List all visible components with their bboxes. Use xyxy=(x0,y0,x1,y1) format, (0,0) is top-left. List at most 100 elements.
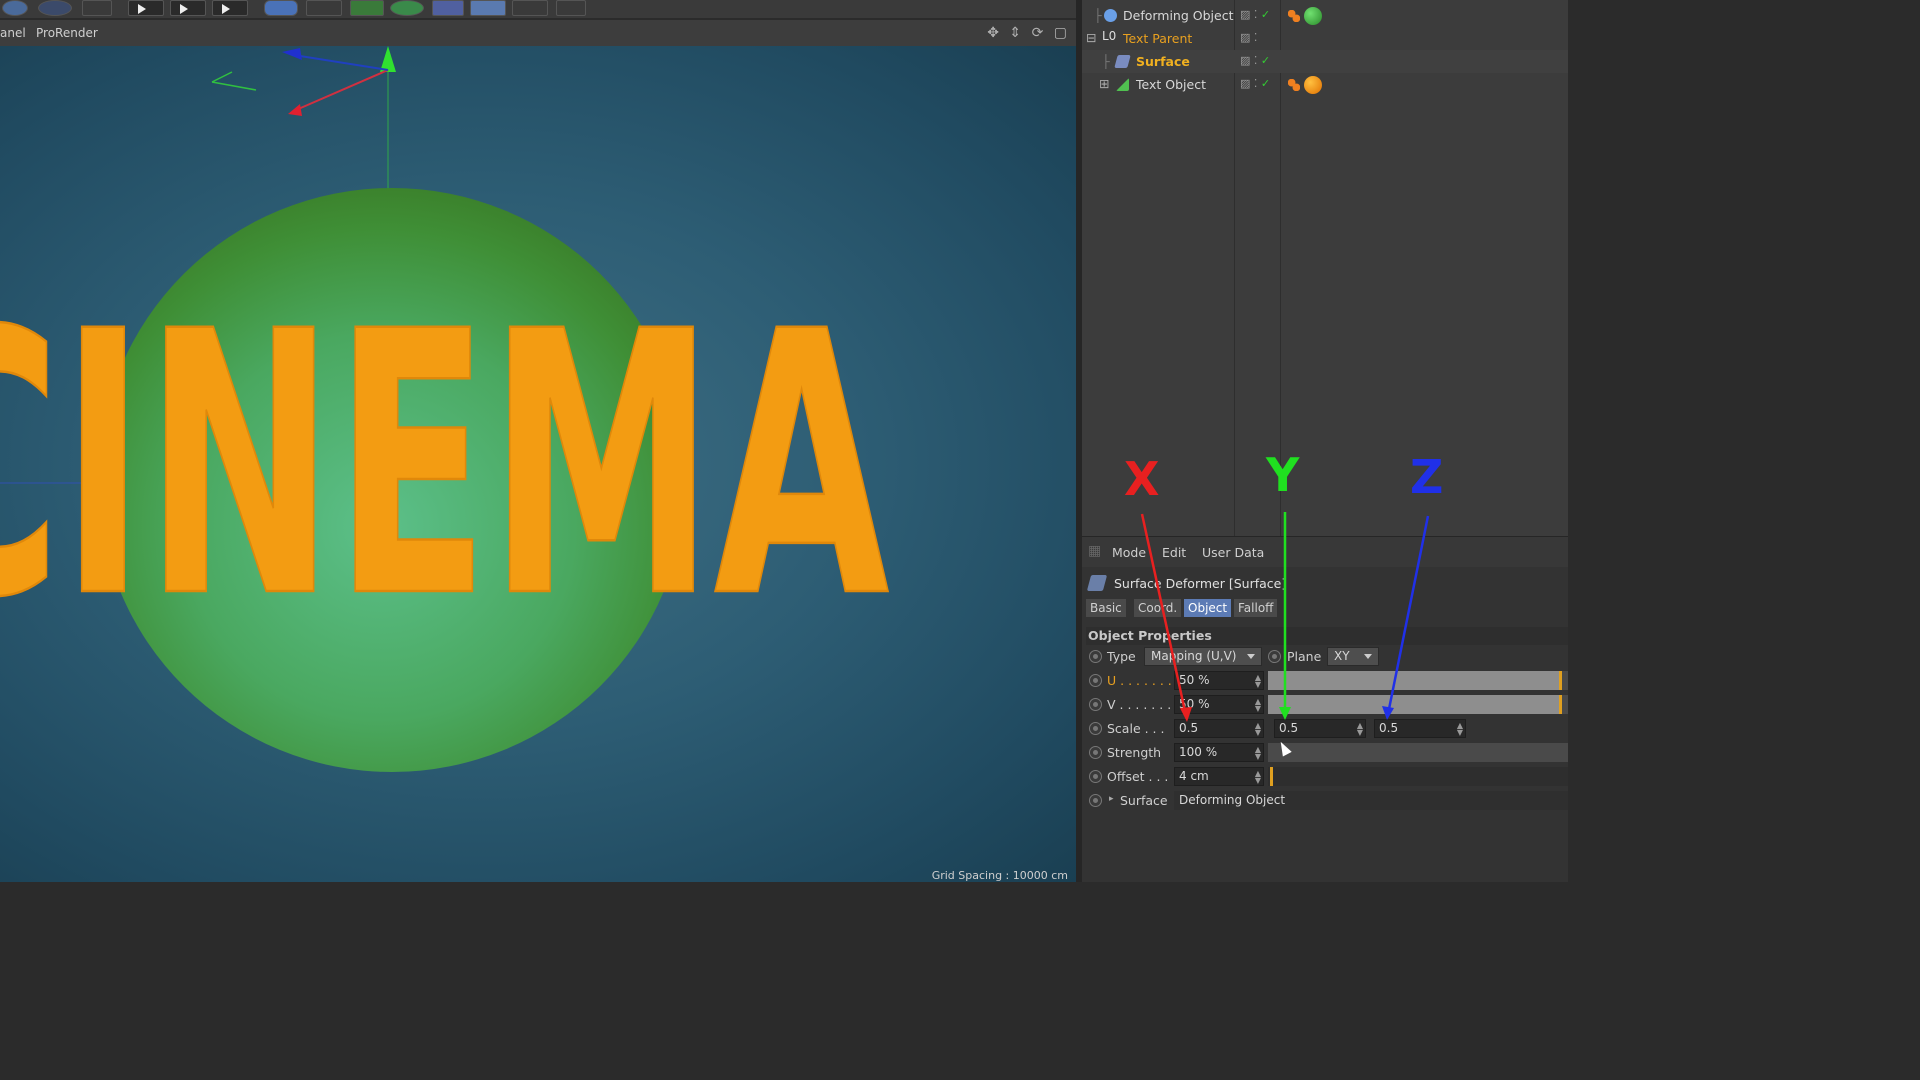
gizmo-z-handle[interactable] xyxy=(282,48,302,60)
stepper-icon[interactable]: ▲ ▼ xyxy=(1255,746,1261,761)
chevron-right-icon[interactable]: ▸ xyxy=(1109,794,1114,804)
gizmo-x-axis[interactable] xyxy=(295,69,389,111)
surface-link-value: Deforming Object xyxy=(1179,793,1286,807)
cube-icon[interactable] xyxy=(264,0,298,16)
object-row-surface[interactable]: ├ Surface ▨ ⁚ ✓ xyxy=(1082,50,1568,73)
tag-icon[interactable] xyxy=(1288,10,1300,22)
tab-coord[interactable]: Coord. xyxy=(1134,599,1182,617)
strength-label: Strength xyxy=(1107,745,1162,760)
deformer-icon[interactable] xyxy=(390,0,424,16)
visibility-toggles[interactable]: ▨ ⁚ xyxy=(1240,31,1257,44)
floor-icon[interactable] xyxy=(470,0,506,16)
visibility-toggles[interactable]: ▨ ⁚ ✓ xyxy=(1240,77,1270,90)
tab-falloff[interactable]: Falloff xyxy=(1234,599,1278,617)
z-annotation-label: Z xyxy=(1410,450,1444,504)
redo-icon[interactable] xyxy=(38,0,72,16)
grip-icon[interactable]: ▦ xyxy=(1088,543,1101,559)
surface-link-field[interactable]: Deforming Object xyxy=(1174,791,1568,810)
scale-z-field[interactable]: 0.5 ▲ ▼ xyxy=(1374,719,1466,738)
deformed-text[interactable]: CINEMA xyxy=(0,255,892,678)
u-label: U . . . . . . . . xyxy=(1107,673,1180,688)
strength-field[interactable]: 100 % ▲ ▼ xyxy=(1174,743,1264,762)
grid-spacing-label: Grid Spacing : 10000 cm xyxy=(931,869,1068,882)
tab-basic[interactable]: Basic xyxy=(1086,599,1126,617)
surface-deformer-icon xyxy=(1086,575,1108,591)
panel-menu[interactable]: anel xyxy=(0,26,26,40)
mode-menu[interactable]: Mode xyxy=(1112,545,1146,560)
visibility-toggles[interactable]: ▨ ⁚ ✓ xyxy=(1240,8,1270,21)
strength-row: Strength 100 % ▲ ▼ xyxy=(1082,741,1568,765)
animate-radio[interactable] xyxy=(1089,746,1102,759)
scale-label: Scale . . . xyxy=(1107,721,1165,736)
plane-dropdown[interactable]: XY xyxy=(1327,647,1379,666)
render-settings-icon[interactable] xyxy=(212,0,248,16)
attribute-manager: ▦ Mode Edit User Data Surface Deformer [… xyxy=(1082,536,1568,882)
animate-radio[interactable] xyxy=(1089,722,1102,735)
animate-radio[interactable] xyxy=(1089,698,1102,711)
y-annotation-label: Y xyxy=(1266,448,1300,502)
object-row-text-object[interactable]: ⊞ Text Object ▨ ⁚ ✓ xyxy=(1082,73,1568,96)
stepper-icon[interactable]: ▲ ▼ xyxy=(1457,722,1463,737)
u-field[interactable]: 50 % ▲ ▼ xyxy=(1174,671,1264,690)
animate-radio[interactable] xyxy=(1268,650,1281,663)
spline-icon[interactable] xyxy=(306,0,342,16)
slider-knob[interactable] xyxy=(1559,695,1562,714)
stepper-icon[interactable]: ▲ ▼ xyxy=(1255,674,1261,689)
effector-icon[interactable] xyxy=(432,0,464,16)
stepper-icon[interactable]: ▲ ▼ xyxy=(1255,698,1261,713)
visibility-toggles[interactable]: ▨ ⁚ ✓ xyxy=(1240,54,1270,67)
material-tag-icon[interactable] xyxy=(1304,76,1322,94)
render-view-icon[interactable] xyxy=(128,0,164,16)
sphere-icon xyxy=(1104,9,1117,22)
offset-slider[interactable] xyxy=(1268,767,1568,786)
plane-label: Plane xyxy=(1287,649,1322,664)
surface-row: ▸ Surface Deforming Object xyxy=(1082,789,1568,813)
world-axis-indicator xyxy=(211,71,257,91)
animate-radio[interactable] xyxy=(1089,650,1102,663)
expand-toggle[interactable]: ⊞ xyxy=(1099,76,1109,91)
gizmo-z-axis[interactable] xyxy=(299,55,389,71)
viewport-menubar: anel ProRender ✥ ⇕ ⟳ ▢ xyxy=(0,20,1078,46)
stepper-icon[interactable]: ▲ ▼ xyxy=(1255,722,1261,737)
tag-icon[interactable] xyxy=(1288,79,1300,91)
slider-fill xyxy=(1268,671,1562,690)
expand-toggle[interactable]: ⊟ xyxy=(1086,30,1096,45)
edit-menu[interactable]: Edit xyxy=(1162,545,1186,560)
v-value: 50 % xyxy=(1179,697,1210,711)
user-data-menu[interactable]: User Data xyxy=(1202,545,1264,560)
type-value: Mapping (U,V) xyxy=(1151,649,1237,663)
strength-slider[interactable] xyxy=(1268,743,1568,762)
u-row: U . . . . . . . . 50 % ▲ ▼ xyxy=(1082,669,1568,693)
tree-line: ├ xyxy=(1102,54,1110,69)
selection-tool-icon[interactable] xyxy=(82,0,112,16)
undo-icon[interactable] xyxy=(2,0,28,16)
gizmo-x-handle[interactable] xyxy=(288,104,302,116)
v-slider[interactable] xyxy=(1268,695,1568,714)
animate-radio[interactable] xyxy=(1089,794,1102,807)
generator-icon[interactable] xyxy=(350,0,384,16)
u-value: 50 % xyxy=(1179,673,1210,687)
slider-knob[interactable] xyxy=(1270,767,1273,786)
3d-viewport[interactable]: CINEMA Grid Spacing : 10000 cm xyxy=(0,46,1076,882)
u-slider[interactable] xyxy=(1268,671,1568,690)
object-row-deforming-object[interactable]: ├ Deforming Object ▨ ⁚ ✓ xyxy=(1082,4,1568,27)
material-tag-icon[interactable] xyxy=(1304,7,1322,25)
camera-icon[interactable] xyxy=(512,0,548,16)
tab-object[interactable]: Object xyxy=(1184,599,1232,617)
scale-x-field[interactable]: 0.5 ▲ ▼ xyxy=(1174,719,1264,738)
stepper-icon[interactable]: ▲ ▼ xyxy=(1255,770,1261,785)
prorender-menu[interactable]: ProRender xyxy=(36,26,98,40)
v-field[interactable]: 50 % ▲ ▼ xyxy=(1174,695,1264,714)
light-icon[interactable] xyxy=(556,0,586,16)
object-row-text-parent[interactable]: ⊟ L0 Text Parent ▨ ⁚ xyxy=(1082,27,1568,50)
stepper-icon[interactable]: ▲ ▼ xyxy=(1357,722,1363,737)
scale-y-field[interactable]: 0.5 ▲ ▼ xyxy=(1274,719,1366,738)
viewport-nav-icons[interactable]: ✥ ⇕ ⟳ ▢ xyxy=(987,25,1070,41)
offset-field[interactable]: 4 cm ▲ ▼ xyxy=(1174,767,1264,786)
render-picture-viewer-icon[interactable] xyxy=(170,0,206,16)
surface-label: Surface xyxy=(1120,793,1168,808)
animate-radio[interactable] xyxy=(1089,674,1102,687)
animate-radio[interactable] xyxy=(1089,770,1102,783)
slider-knob[interactable] xyxy=(1559,671,1562,690)
type-dropdown[interactable]: Mapping (U,V) xyxy=(1144,647,1262,666)
